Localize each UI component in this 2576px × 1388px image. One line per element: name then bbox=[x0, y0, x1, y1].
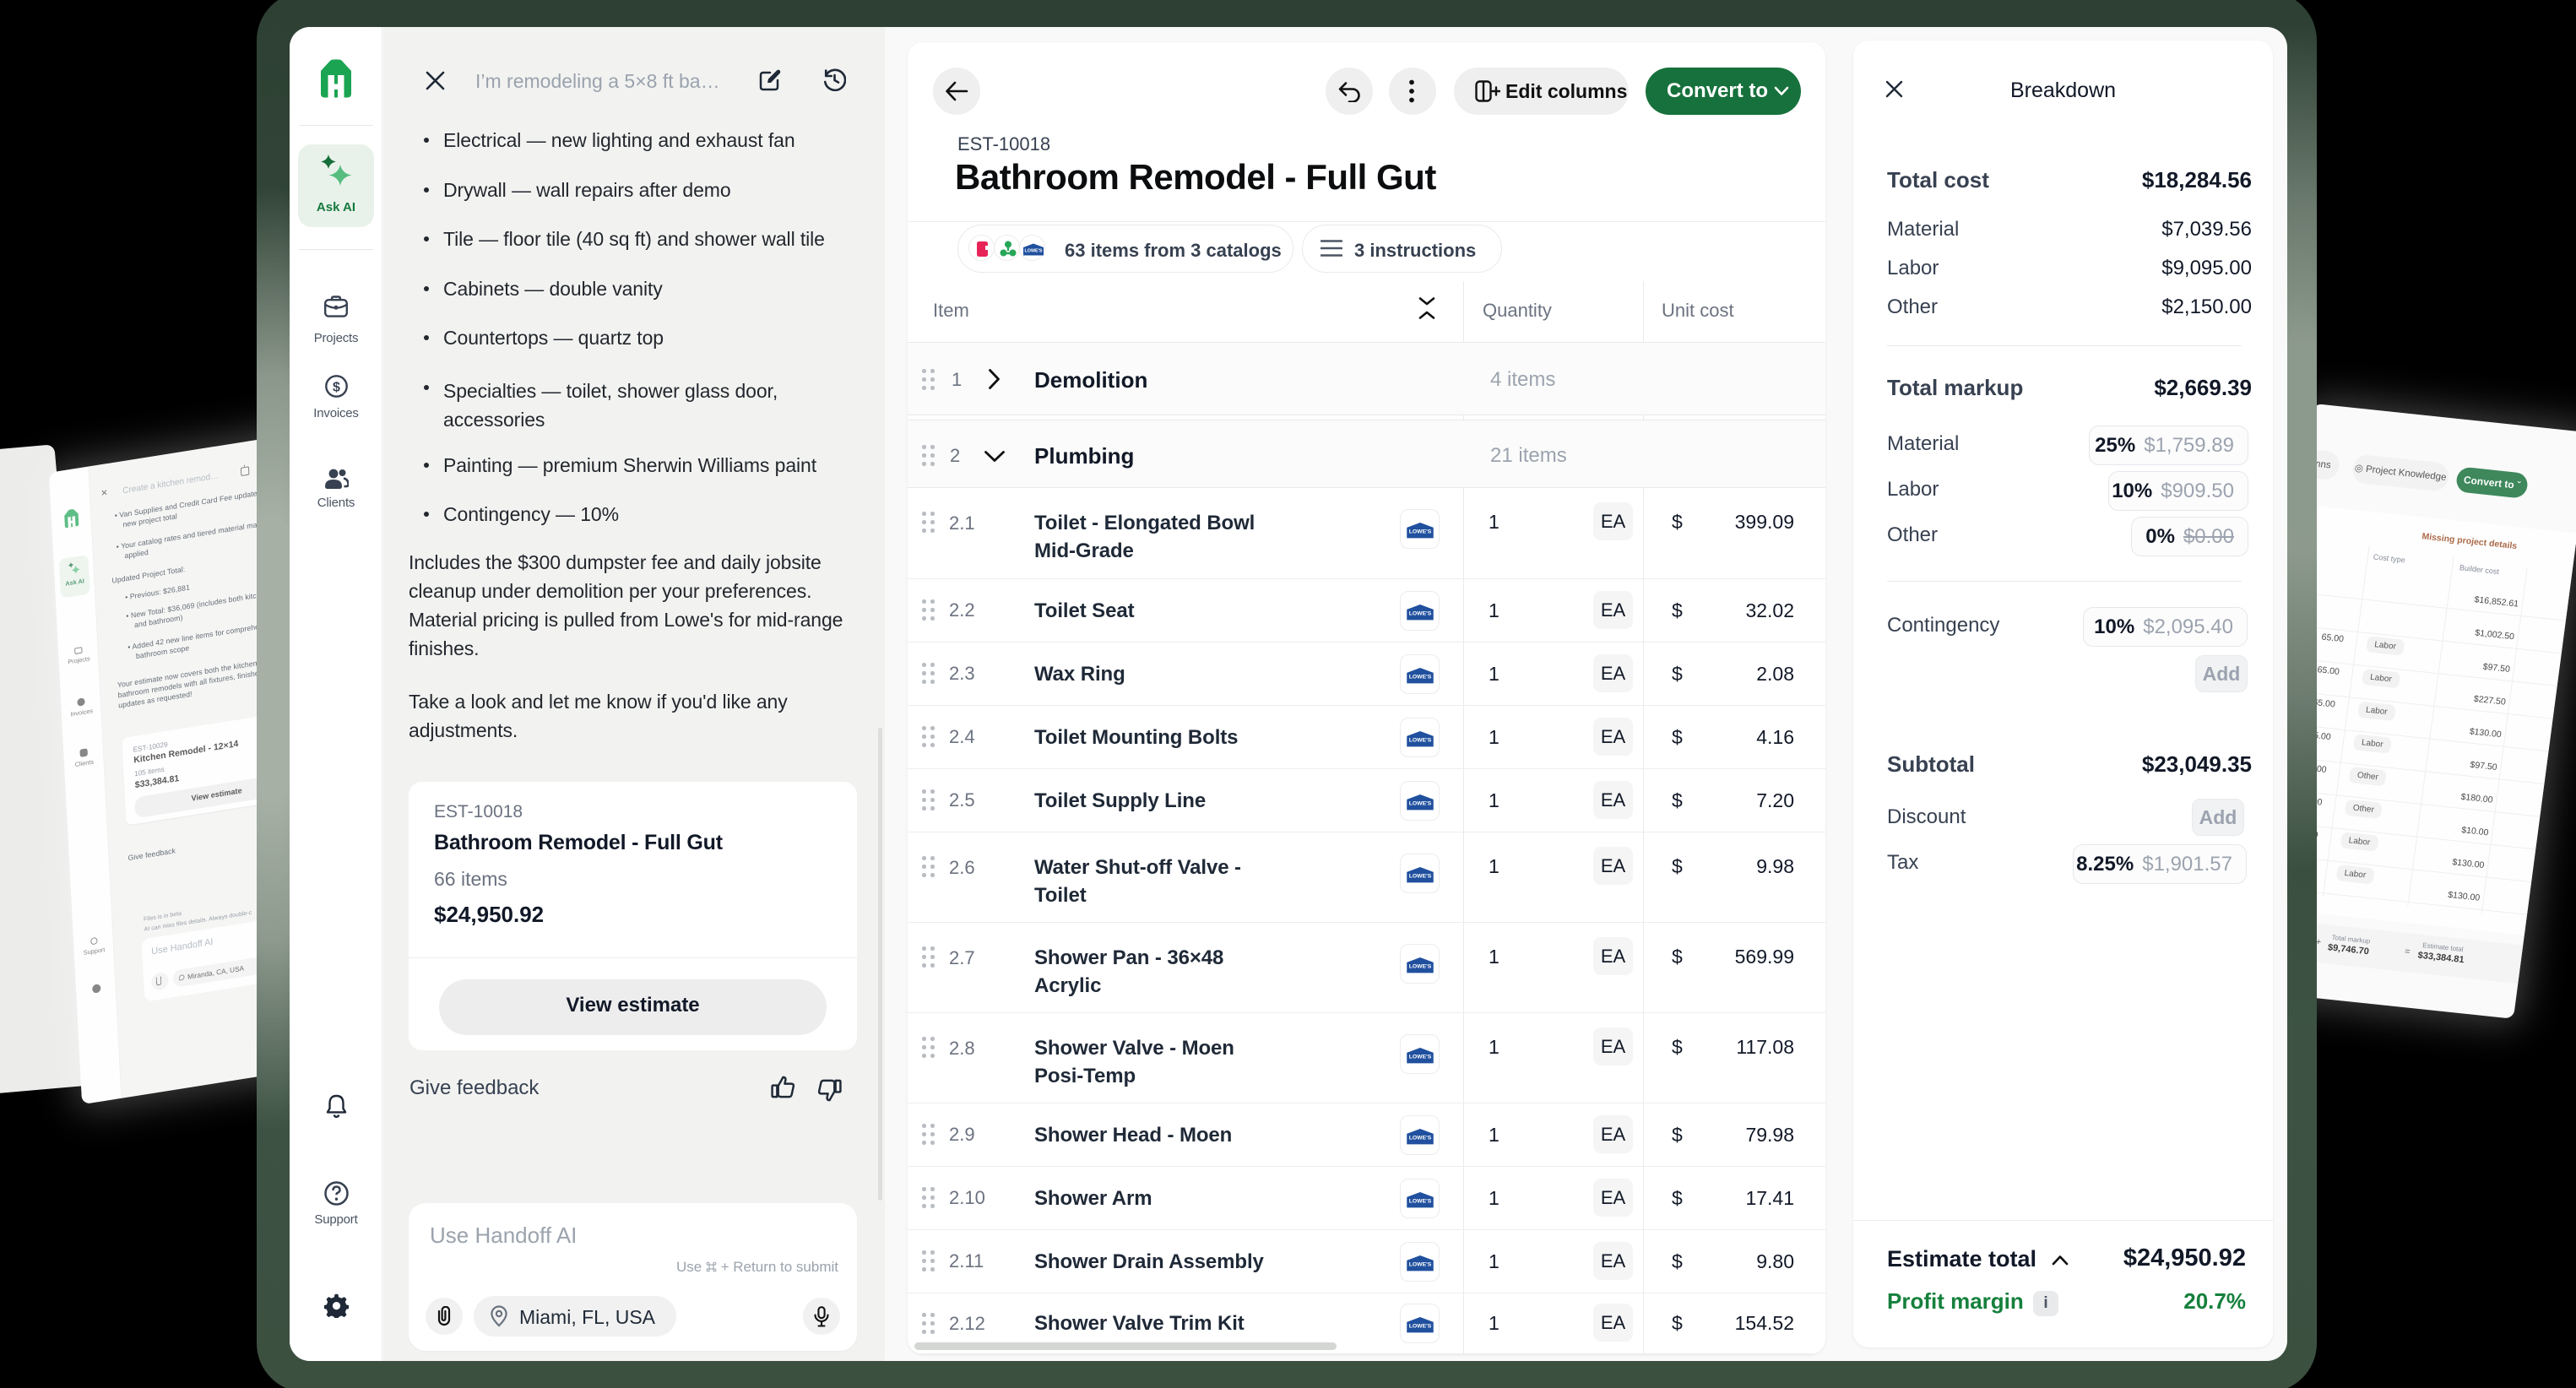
svg-text:LOWE'S: LOWE'S bbox=[1409, 1324, 1432, 1330]
svg-text:LOWE'S: LOWE'S bbox=[1409, 675, 1432, 680]
svg-text:$: $ bbox=[333, 380, 340, 394]
svg-text:LOWE'S: LOWE'S bbox=[1409, 874, 1432, 880]
svg-text:LOWE'S: LOWE'S bbox=[1409, 964, 1432, 970]
svg-text:LOWE'S: LOWE'S bbox=[1409, 611, 1432, 617]
svg-text:LOWE'S: LOWE'S bbox=[1409, 529, 1432, 535]
svg-text:LOWE'S: LOWE'S bbox=[1409, 1199, 1432, 1205]
svg-text:LOWE'S: LOWE'S bbox=[1409, 1136, 1432, 1141]
svg-text:LOWE'S: LOWE'S bbox=[1409, 1055, 1432, 1060]
svg-text:LOWE'S: LOWE'S bbox=[1024, 249, 1042, 254]
svg-text:LOWE'S: LOWE'S bbox=[1409, 801, 1432, 807]
svg-text:LOWE'S: LOWE'S bbox=[1409, 1262, 1432, 1268]
svg-text:LOWE'S: LOWE'S bbox=[1409, 738, 1432, 744]
